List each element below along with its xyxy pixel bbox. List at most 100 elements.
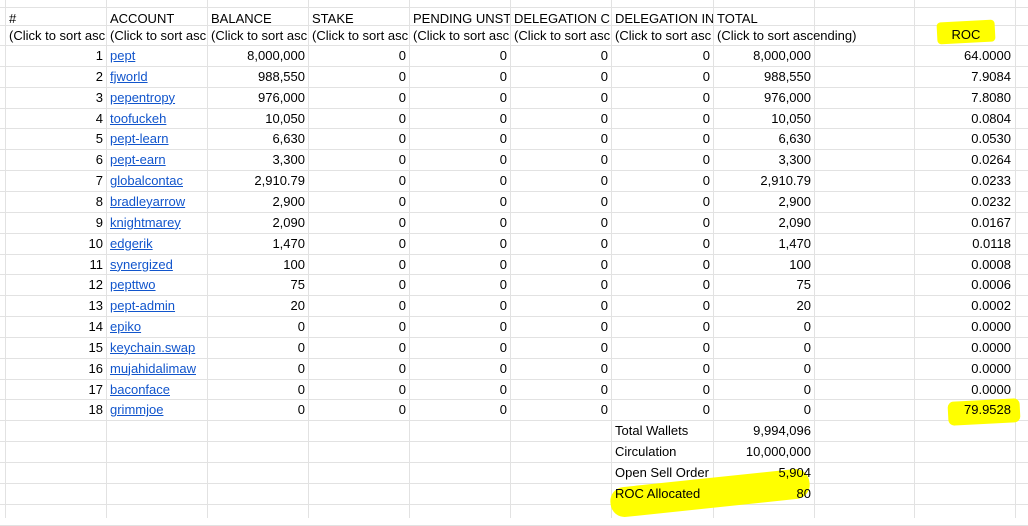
delegation-c-cell[interactable]: 0 [511,212,611,233]
delegation-in-cell[interactable]: 0 [612,45,713,66]
delegation-c-cell[interactable]: 0 [511,254,611,275]
account-link[interactable]: baconface [107,379,207,400]
account-link[interactable]: toofuckeh [107,108,207,129]
pending-cell[interactable]: 0 [410,87,510,108]
total-cell[interactable]: 100 [714,254,814,275]
stake-cell[interactable]: 0 [309,108,409,129]
summary-label[interactable]: Total Wallets [612,420,713,441]
stake-cell[interactable]: 0 [309,295,409,316]
header-roc[interactable]: ROC [940,24,992,45]
stake-cell[interactable]: 0 [309,45,409,66]
stake-cell[interactable]: 0 [309,191,409,212]
balance-cell[interactable]: 1,470 [208,233,308,254]
account-link[interactable]: pepentropy [107,87,207,108]
roc-cell[interactable]: 0.0008 [914,254,1014,275]
delegation-c-cell[interactable]: 0 [511,379,611,400]
balance-cell[interactable]: 2,910.79 [208,170,308,191]
row-number[interactable]: 6 [6,149,106,170]
total-cell[interactable]: 10,050 [714,108,814,129]
balance-cell[interactable]: 0 [208,399,308,420]
delegation-c-cell[interactable]: 0 [511,274,611,295]
total-cell[interactable]: 2,090 [714,212,814,233]
account-link[interactable]: keychain.swap [107,337,207,358]
stake-cell[interactable]: 0 [309,149,409,170]
delegation-in-cell[interactable]: 0 [612,233,713,254]
roc-cell[interactable]: 0.0000 [914,379,1014,400]
delegation-c-cell[interactable]: 0 [511,108,611,129]
stake-cell[interactable]: 0 [309,87,409,108]
sort-hint-pending[interactable]: (Click to sort asc [410,25,510,46]
row-number[interactable]: 7 [6,170,106,191]
balance-cell[interactable]: 0 [208,337,308,358]
row-number[interactable]: 14 [6,316,106,337]
account-link[interactable]: pept-earn [107,149,207,170]
pending-cell[interactable]: 0 [410,66,510,87]
delegation-in-cell[interactable]: 0 [612,149,713,170]
balance-cell[interactable]: 0 [208,358,308,379]
delegation-in-cell[interactable]: 0 [612,316,713,337]
row-number[interactable]: 5 [6,128,106,149]
pending-cell[interactable]: 0 [410,45,510,66]
delegation-in-cell[interactable]: 0 [612,212,713,233]
balance-cell[interactable]: 2,900 [208,191,308,212]
stake-cell[interactable]: 0 [309,358,409,379]
pending-cell[interactable]: 0 [410,358,510,379]
row-number[interactable]: 2 [6,66,106,87]
total-cell[interactable]: 75 [714,274,814,295]
account-link[interactable]: pept [107,45,207,66]
delegation-in-cell[interactable]: 0 [612,254,713,275]
stake-cell[interactable]: 0 [309,316,409,337]
pending-cell[interactable]: 0 [410,254,510,275]
roc-cell[interactable]: 0.0233 [914,170,1014,191]
delegation-c-cell[interactable]: 0 [511,399,611,420]
account-link[interactable]: bradleyarrow [107,191,207,212]
total-cell[interactable]: 0 [714,337,814,358]
delegation-c-cell[interactable]: 0 [511,45,611,66]
roc-cell[interactable]: 0.0000 [914,337,1014,358]
pending-cell[interactable]: 0 [410,128,510,149]
account-link[interactable]: mujahidalimaw [107,358,207,379]
balance-cell[interactable]: 976,000 [208,87,308,108]
roc-cell[interactable]: 0.0530 [914,128,1014,149]
delegation-in-cell[interactable]: 0 [612,66,713,87]
total-cell[interactable]: 988,550 [714,66,814,87]
summary-value[interactable]: 10,000,000 [714,441,814,462]
total-cell[interactable]: 3,300 [714,149,814,170]
balance-cell[interactable]: 2,090 [208,212,308,233]
delegation-in-cell[interactable]: 0 [612,295,713,316]
delegation-in-cell[interactable]: 0 [612,399,713,420]
total-cell[interactable]: 976,000 [714,87,814,108]
account-link[interactable]: epiko [107,316,207,337]
pending-cell[interactable]: 0 [410,149,510,170]
delegation-c-cell[interactable]: 0 [511,337,611,358]
summary-label[interactable]: ROC Allocated [612,483,713,504]
balance-cell[interactable]: 0 [208,379,308,400]
row-number[interactable]: 16 [6,358,106,379]
roc-cell[interactable]: 0.0006 [914,274,1014,295]
pending-cell[interactable]: 0 [410,399,510,420]
delegation-c-cell[interactable]: 0 [511,233,611,254]
total-cell[interactable]: 1,470 [714,233,814,254]
row-number[interactable]: 10 [6,233,106,254]
total-cell[interactable]: 6,630 [714,128,814,149]
pending-cell[interactable]: 0 [410,233,510,254]
stake-cell[interactable]: 0 [309,233,409,254]
delegation-c-cell[interactable]: 0 [511,66,611,87]
roc-cell[interactable]: 64.0000 [914,45,1014,66]
delegation-c-cell[interactable]: 0 [511,358,611,379]
account-link[interactable]: pept-admin [107,295,207,316]
summary-label[interactable]: Open Sell Order [612,462,713,483]
account-link[interactable]: pepttwo [107,274,207,295]
summary-value[interactable]: 9,994,096 [714,420,814,441]
stake-cell[interactable]: 0 [309,379,409,400]
delegation-in-cell[interactable]: 0 [612,170,713,191]
stake-cell[interactable]: 0 [309,170,409,191]
roc-cell[interactable]: 0.0167 [914,212,1014,233]
row-number[interactable]: 15 [6,337,106,358]
balance-cell[interactable]: 3,300 [208,149,308,170]
stake-cell[interactable]: 0 [309,274,409,295]
account-link[interactable]: knightmarey [107,212,207,233]
roc-cell[interactable]: 0.0002 [914,295,1014,316]
summary-value[interactable]: 5,904 [714,462,814,483]
roc-cell[interactable]: 0.0804 [914,108,1014,129]
